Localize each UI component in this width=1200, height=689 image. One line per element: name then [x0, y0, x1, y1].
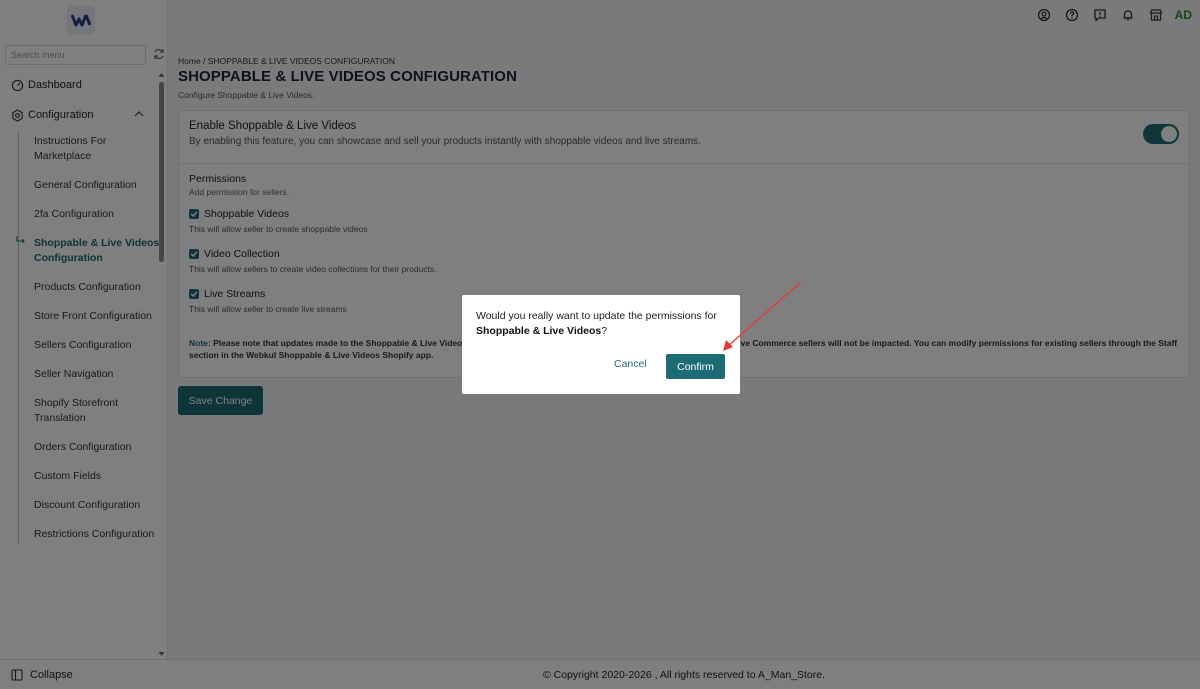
cancel-button[interactable]: Cancel: [614, 356, 647, 372]
confirm-dialog: Would you really want to update the perm…: [462, 295, 740, 394]
dialog-message-bold: Shoppable & Live Videos: [476, 325, 602, 337]
dialog-message: Would you really want to update the perm…: [476, 309, 728, 339]
confirm-button[interactable]: Confirm: [666, 354, 725, 379]
dialog-message-prefix: Would you really want to update the perm…: [476, 310, 717, 322]
dialog-message-suffix: ?: [601, 325, 608, 337]
